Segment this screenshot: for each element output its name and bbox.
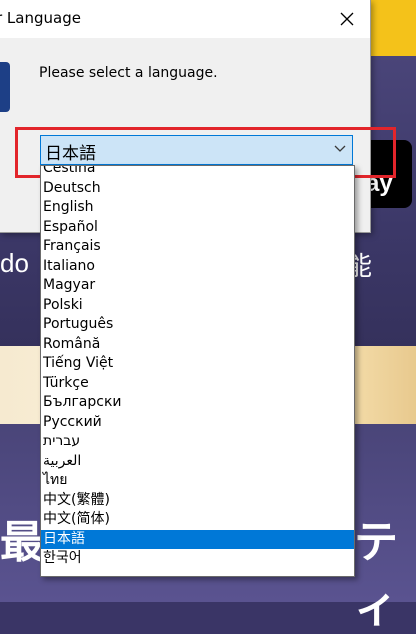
language-option[interactable]: ไทย <box>41 471 354 491</box>
language-option[interactable]: Tiếng Việt <box>41 354 354 374</box>
language-option[interactable]: 日本語 <box>41 529 354 549</box>
language-option[interactable]: Français <box>41 237 354 257</box>
dialog-title: r Language <box>0 9 81 27</box>
language-option[interactable]: Español <box>41 218 354 238</box>
language-option[interactable]: Deutsch <box>41 179 354 199</box>
language-option[interactable]: 한국어 <box>41 549 354 569</box>
language-option[interactable]: 中文(简体) <box>41 510 354 530</box>
language-option[interactable]: עברית <box>41 432 354 452</box>
language-option[interactable]: Türkçe <box>41 374 354 394</box>
language-option[interactable]: 中文(繁體) <box>41 491 354 511</box>
language-option[interactable]: Български <box>41 393 354 413</box>
language-option[interactable]: Čeština <box>41 166 354 179</box>
language-option[interactable]: English <box>41 198 354 218</box>
background-headline-left: 最 <box>0 517 44 568</box>
language-option[interactable]: العربية <box>41 452 354 472</box>
language-prompt: Please select a language. <box>39 65 218 81</box>
language-option[interactable]: Português <box>41 315 354 335</box>
background-text-left: do <box>0 248 29 278</box>
language-option[interactable]: Italiano <box>41 257 354 277</box>
installer-icon <box>0 62 10 112</box>
language-option[interactable]: Magyar <box>41 276 354 296</box>
language-dropdown-list[interactable]: Čeština Deutsch English Español Français Ital… <box>40 165 355 577</box>
background-headline-right: ティ <box>354 517 398 632</box>
language-option[interactable]: Română <box>41 335 354 355</box>
dialog-titlebar: r Language <box>0 0 370 38</box>
close-button[interactable] <box>324 0 370 38</box>
language-option[interactable]: Polski <box>41 296 354 316</box>
close-icon <box>340 12 354 26</box>
language-option[interactable]: Русский <box>41 413 354 433</box>
